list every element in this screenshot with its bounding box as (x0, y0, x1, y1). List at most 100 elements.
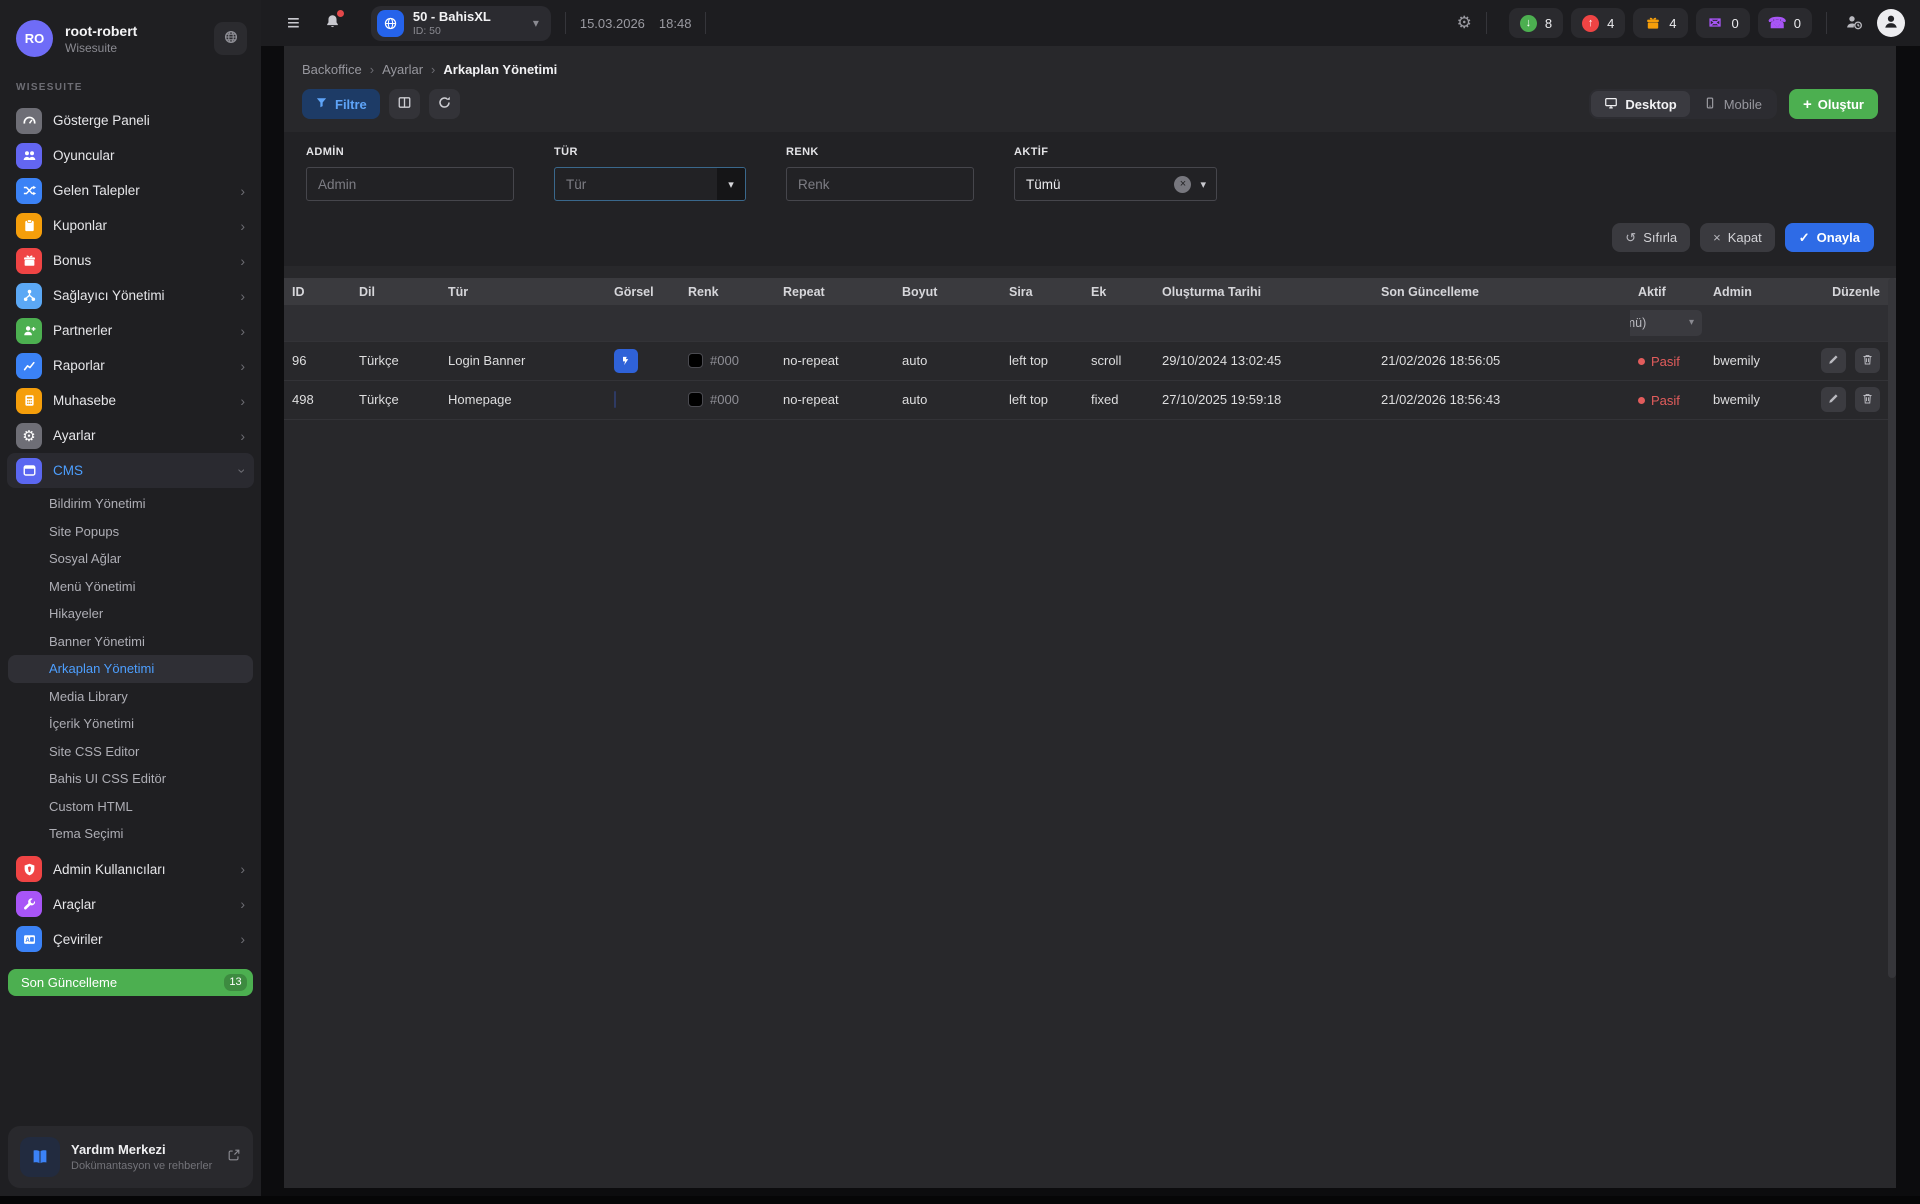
sidebar-item-raporlar[interactable]: Raporlar › (7, 348, 254, 383)
sidebar-item-muhasebe[interactable]: Muhasebe › (7, 383, 254, 418)
notification-dot (337, 10, 344, 17)
calls-badge[interactable]: ☎ 0 (1758, 8, 1812, 38)
breadcrumb-backoffice[interactable]: Backoffice (302, 62, 362, 77)
col-son-guncelleme[interactable]: Son Güncelleme (1373, 278, 1630, 305)
withdrawals-badge[interactable]: ↑ 4 (1571, 8, 1625, 38)
submenu-site-popups[interactable]: Site Popups (8, 518, 253, 546)
submenu-menu-yonetimi[interactable]: Menü Yönetimi (8, 573, 253, 601)
admin-filter-input[interactable] (307, 177, 513, 192)
data-table: ID Dil Tür Görsel Renk Repeat Boyut Sira… (284, 278, 1896, 978)
sidebar-item-gosterge-paneli[interactable]: Gösterge Paneli (7, 103, 254, 138)
renk-filter-input[interactable] (787, 177, 973, 192)
chevron-right-icon: › (240, 219, 245, 233)
gift-icon (1644, 15, 1661, 32)
col-aktif[interactable]: Aktif (1630, 278, 1705, 305)
sidebar-item-araclar[interactable]: Araçlar › (7, 887, 254, 922)
col-renk[interactable]: Renk (680, 278, 775, 305)
edit-button[interactable] (1821, 348, 1846, 373)
col-gorsel[interactable]: Görsel (606, 278, 680, 305)
col-ek[interactable]: Ek (1083, 278, 1154, 305)
delete-button[interactable] (1855, 387, 1880, 412)
col-tur[interactable]: Tür (440, 278, 606, 305)
submenu-site-css-editor[interactable]: Site CSS Editor (8, 738, 253, 766)
apply-button[interactable]: ✓ Onayla (1785, 223, 1874, 252)
create-button[interactable]: + Oluştur (1789, 89, 1878, 119)
submenu-icerik-yonetimi[interactable]: İçerik Yönetimi (8, 710, 253, 738)
submenu-media-library[interactable]: Media Library (8, 683, 253, 711)
chevron-right-icon: › (240, 394, 245, 408)
edit-button[interactable] (1821, 387, 1846, 412)
table-row[interactable]: 96 Türkçe Login Banner #000 no-repeat au… (284, 341, 1896, 380)
submenu-tema-secimi[interactable]: Tema Seçimi (8, 820, 253, 848)
col-duzenle[interactable]: Düzenle (1790, 278, 1896, 305)
col-repeat[interactable]: Repeat (775, 278, 894, 305)
bonus-badge[interactable]: 4 (1633, 8, 1687, 38)
col-olusturma-tarihi[interactable]: Oluşturma Tarihi (1154, 278, 1373, 305)
sidebar-item-kuponlar[interactable]: Kuponlar › (7, 208, 254, 243)
profile-avatar-button[interactable] (1877, 9, 1905, 37)
submenu-bahis-ui-css-editor[interactable]: Bahis UI CSS Editör (8, 765, 253, 793)
settings-button[interactable]: ⚙ (1457, 13, 1472, 33)
submenu-arkaplan-yonetimi[interactable]: Arkaplan Yönetimi (8, 655, 253, 683)
notifications-button[interactable] (324, 13, 341, 33)
book-icon (20, 1137, 60, 1177)
table-row[interactable]: 498 Türkçe Homepage #000 no-repeat auto … (284, 380, 1896, 419)
filter-button[interactable]: Filtre (302, 89, 380, 119)
col-dil[interactable]: Dil (351, 278, 440, 305)
cms-submenu: Bildirim Yönetimi Site Popups Sosyal Ağl… (0, 488, 261, 850)
reset-icon: ↺ (1625, 230, 1636, 246)
chevron-down-icon: › (236, 468, 250, 473)
sidebar-item-ceviriler[interactable]: A Çeviriler › (7, 922, 254, 957)
table-scrollbar[interactable] (1888, 278, 1896, 978)
sidebar-item-saglayici-yonetimi[interactable]: Sağlayıcı Yönetimi › (7, 278, 254, 313)
players-icon (16, 143, 42, 169)
submenu-bildirim-yonetimi[interactable]: Bildirim Yönetimi (8, 490, 253, 518)
reset-button[interactable]: ↺ Sıfırla (1612, 223, 1690, 252)
col-boyut[interactable]: Boyut (894, 278, 1001, 305)
sidebar-item-ayarlar[interactable]: ⚙ Ayarlar › (7, 418, 254, 453)
monitor-icon (1604, 96, 1618, 113)
toolbar: Filtre Desktop (284, 77, 1896, 119)
col-admin[interactable]: Admin (1705, 278, 1790, 305)
clear-icon[interactable]: × (1174, 176, 1191, 193)
delete-button[interactable] (1855, 348, 1880, 373)
banner-thumbnail[interactable] (614, 391, 616, 408)
language-button[interactable] (214, 22, 247, 55)
submenu-hikayeler[interactable]: Hikayeler (8, 600, 253, 628)
sidebar-item-oyuncular[interactable]: Oyuncular (7, 138, 254, 173)
chevron-right-icon: › (370, 62, 374, 77)
renk-filter-label: RENK (786, 146, 974, 158)
requests-icon (16, 178, 42, 204)
desktop-toggle[interactable]: Desktop (1591, 91, 1689, 117)
col-id[interactable]: ID (284, 278, 351, 305)
columns-button[interactable] (389, 89, 420, 119)
hamburger-icon: ≡ (287, 12, 300, 34)
site-selector[interactable]: 50 - BahisXL ID: 50 ▾ (371, 6, 551, 41)
sidebar-item-partnerler[interactable]: Partnerler › (7, 313, 254, 348)
sidebar-item-cms[interactable]: CMS › (7, 453, 254, 488)
chevron-right-icon: › (240, 897, 245, 911)
banner-thumbnail[interactable] (614, 349, 638, 373)
site-globe-icon (377, 10, 404, 37)
sidebar-item-gelen-talepler[interactable]: Gelen Talepler › (7, 173, 254, 208)
submenu-custom-html[interactable]: Custom HTML (8, 793, 253, 821)
close-button[interactable]: × Kapat (1700, 223, 1775, 252)
aktif-column-filter[interactable]: (Tümü) ▾ (1630, 310, 1702, 336)
submenu-banner-yonetimi[interactable]: Banner Yönetimi (8, 628, 253, 656)
messages-badge[interactable]: ✉ 0 (1696, 8, 1750, 38)
aktif-filter-select[interactable]: Tümü × ▾ (1014, 167, 1217, 201)
user-account[interactable]: RO root-robert Wisesuite (0, 0, 261, 62)
session-history-button[interactable] (1845, 13, 1863, 34)
col-sira[interactable]: Sira (1001, 278, 1083, 305)
deposits-badge[interactable]: ↓ 8 (1509, 8, 1563, 38)
tur-filter-select[interactable]: Tür ▾ (554, 167, 746, 201)
help-center-card[interactable]: Yardım Merkezi Dokümantasyon ve rehberle… (8, 1126, 253, 1188)
last-update-banner[interactable]: Son Güncelleme 13 (8, 969, 253, 996)
breadcrumb-ayarlar[interactable]: Ayarlar (382, 62, 423, 77)
mobile-toggle[interactable]: Mobile (1690, 91, 1775, 117)
refresh-button[interactable] (429, 89, 460, 119)
menu-toggle-button[interactable]: ≡ (287, 12, 300, 34)
sidebar-item-admin-kullanicilari[interactable]: Admin Kullanıcıları › (7, 852, 254, 887)
sidebar-item-bonus[interactable]: Bonus › (7, 243, 254, 278)
submenu-sosyal-aglar[interactable]: Sosyal Ağlar (8, 545, 253, 573)
